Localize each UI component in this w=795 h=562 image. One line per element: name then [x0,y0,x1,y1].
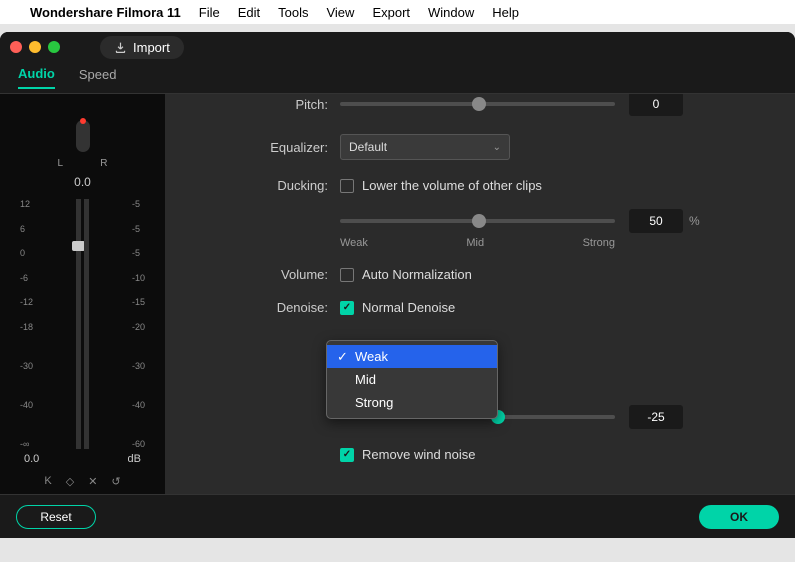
tabbar: Audio Speed [0,62,795,94]
reset-button[interactable]: Reset [16,505,96,529]
menu-app[interactable]: Wondershare Filmora 11 [30,5,181,20]
scale-right: -5 -5 -5 -10 -15 -20 -30 -40 -60 [132,199,145,449]
keyframe-add-icon[interactable]: ◇ [66,475,74,488]
tab-speed[interactable]: Speed [79,67,117,88]
popup-mid[interactable]: Mid [327,368,497,391]
ducking-check-label: Lower the volume of other clips [362,178,542,193]
pan-value: 0.0 [14,175,151,189]
main-panel: L R 0.0 12 6 0 -6 -12 -18 -30 -40 -∞ [0,94,795,494]
pan-r-label: R [100,158,107,169]
controls-panel: Pitch: 0 Equalizer: Default ⌄ Ducking: L… [165,94,795,494]
ducking-checkbox[interactable] [340,179,354,193]
ducking-value[interactable]: 50 [629,209,683,233]
menu-tools[interactable]: Tools [278,5,308,20]
auto-normalize-checkbox[interactable] [340,268,354,282]
meter-bars [76,199,89,449]
titlebar: Import [0,32,795,62]
import-button[interactable]: Import [100,36,184,59]
remove-wind-label: Remove wind noise [362,447,475,462]
equalizer-label: Equalizer: [185,140,340,155]
normal-denoise-label: Normal Denoise [362,300,455,315]
pitch-slider[interactable] [340,102,615,106]
maximize-icon[interactable] [48,41,60,53]
pan-knob[interactable] [76,120,90,152]
menubar: Wondershare Filmora 11 File Edit Tools V… [0,0,795,24]
menu-view[interactable]: View [326,5,354,20]
menu-file[interactable]: File [199,5,220,20]
remove-wind-checkbox[interactable] [340,448,354,462]
menu-export[interactable]: Export [372,5,410,20]
meter-panel: L R 0.0 12 6 0 -6 -12 -18 -30 -40 -∞ [0,94,165,494]
ducking-label: Ducking: [185,178,340,193]
fader-unit: dB [128,453,141,465]
fader-value: 0.0 [24,453,39,465]
menu-edit[interactable]: Edit [238,5,260,20]
denoise-value[interactable]: -25 [629,405,683,429]
ducking-pct: % [689,214,700,228]
ok-button[interactable]: OK [699,505,779,529]
denoise-strength-popup: Weak Mid Strong [326,340,498,419]
keyframe-bar: K ◇ ✕ ↺ [14,475,151,488]
pitch-label: Pitch: [185,97,340,112]
menu-help[interactable]: Help [492,5,519,20]
keyframe-next-icon[interactable]: ✕ [88,475,97,488]
normal-denoise-checkbox[interactable] [340,301,354,315]
popup-weak[interactable]: Weak [327,345,497,368]
volume-label: Volume: [185,267,340,282]
level-meter: 12 6 0 -6 -12 -18 -30 -40 -∞ [14,199,151,449]
popup-strong[interactable]: Strong [327,391,497,414]
ducking-slider[interactable] [340,219,615,223]
keyframe-reset-icon[interactable]: ↺ [111,475,120,488]
minimize-icon[interactable] [29,41,41,53]
close-icon[interactable] [10,41,22,53]
footer: Reset OK [0,494,795,538]
menu-window[interactable]: Window [428,5,474,20]
import-label: Import [133,40,170,55]
auto-normalize-label: Auto Normalization [362,267,472,282]
import-icon [114,41,127,54]
equalizer-dropdown[interactable]: Default ⌄ [340,134,510,160]
keyframe-prev-icon[interactable]: K [44,475,51,488]
chevron-down-icon: ⌄ [493,142,501,153]
traffic-lights [10,41,60,53]
tab-audio[interactable]: Audio [18,66,55,89]
scale-left: 12 6 0 -6 -12 -18 -30 -40 -∞ [20,199,33,449]
denoise-label: Denoise: [185,300,340,315]
pitch-value[interactable]: 0 [629,94,683,116]
pan-l-label: L [58,158,64,169]
app-window: Import Audio Speed L R 0.0 12 6 0 -6 -12… [0,32,795,538]
